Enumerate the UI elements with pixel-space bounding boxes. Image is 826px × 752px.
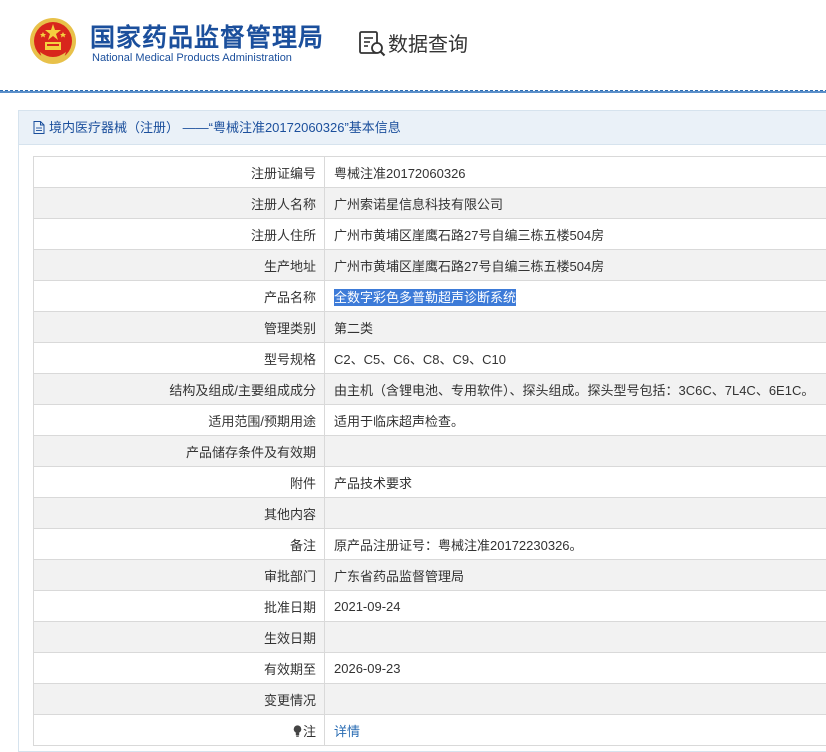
table-row: 批准日期 2021-09-24	[34, 591, 826, 622]
table-row: 审批部门 广东省药品监督管理局	[34, 560, 826, 591]
site-title: 国家药品监督管理局	[90, 18, 324, 54]
table-row: 生效日期	[34, 622, 826, 653]
selected-product-name[interactable]: 全数字彩色多普勒超声诊断系统	[334, 289, 516, 306]
row-label: 注册证编号	[34, 157, 325, 188]
row-value: 广州索诺星信息科技有限公司	[325, 188, 826, 219]
row-value: 粤械注准20172060326	[325, 157, 826, 188]
table-row: 型号规格 C2、C5、C6、C8、C9、C10	[34, 343, 826, 374]
row-label: 型号规格	[34, 343, 325, 374]
details-link[interactable]: 详情	[334, 724, 360, 739]
row-label: 其他内容	[34, 498, 325, 529]
row-value: 原产品注册证号：粤械注准20172230326。	[325, 529, 826, 560]
detail-panel: 境内医疗器械（注册） ——“粤械注准20172060326”基本信息 注册证编号…	[18, 110, 826, 752]
site-title-english: National Medical Products Administration	[92, 52, 292, 64]
row-value	[325, 436, 826, 467]
row-value: 2021-09-24	[325, 591, 826, 622]
row-value: 2026-09-23	[325, 653, 826, 684]
row-value: 由主机（含锂电池、专用软件）、探头组成。探头型号包括：3C6C、7L4C、6E1…	[325, 374, 826, 405]
row-value	[325, 622, 826, 653]
national-emblem-icon	[28, 14, 78, 68]
document-icon	[33, 121, 45, 134]
table-row: 注册人名称 广州索诺星信息科技有限公司	[34, 188, 826, 219]
row-value: 适用于临床超声检查。	[325, 405, 826, 436]
document-search-icon	[357, 28, 387, 58]
table-row: 变更情况	[34, 684, 826, 715]
row-label: 适用范围/预期用途	[34, 405, 325, 436]
table-row: 备注 原产品注册证号：粤械注准20172230326。	[34, 529, 826, 560]
row-value: 产品技术要求	[325, 467, 826, 498]
table-row: 适用范围/预期用途 适用于临床超声检查。	[34, 405, 826, 436]
table-row: 生产地址 广州市黄埔区崖鹰石路27号自编三栋五楼504房	[34, 250, 826, 281]
row-value: 广东省药品监督管理局	[325, 560, 826, 591]
note-label-cell: 注	[34, 715, 325, 746]
row-label: 生效日期	[34, 622, 325, 653]
row-label: 附件	[34, 467, 325, 498]
data-query-title: 数据查询	[388, 28, 468, 57]
row-label: 备注	[34, 529, 325, 560]
panel-title: 境内医疗器械（注册） ——“粤械注准20172060326”基本信息	[49, 111, 401, 144]
row-label: 管理类别	[34, 312, 325, 343]
row-label: 注	[303, 724, 316, 739]
row-label: 有效期至	[34, 653, 325, 684]
table-row: 管理类别 第二类	[34, 312, 826, 343]
table-row: 有效期至 2026-09-23	[34, 653, 826, 684]
row-value: 详情	[325, 715, 826, 746]
row-value: 广州市黄埔区崖鹰石路27号自编三栋五楼504房	[325, 219, 826, 250]
site-header: 国家药品监督管理局 National Medical Products Admi…	[0, 0, 826, 90]
row-value	[325, 684, 826, 715]
table-row: 附件 产品技术要求	[34, 467, 826, 498]
table-row: 结构及组成/主要组成成分 由主机（含锂电池、专用软件）、探头组成。探头型号包括：…	[34, 374, 826, 405]
lightbulb-icon	[293, 725, 302, 737]
table-row: 产品储存条件及有效期	[34, 436, 826, 467]
panel-header: 境内医疗器械（注册） ——“粤械注准20172060326”基本信息	[19, 111, 826, 145]
row-label: 批准日期	[34, 591, 325, 622]
row-value: C2、C5、C6、C8、C9、C10	[325, 343, 826, 374]
row-label: 结构及组成/主要组成成分	[34, 374, 325, 405]
row-label: 注册人名称	[34, 188, 325, 219]
row-label: 产品储存条件及有效期	[34, 436, 325, 467]
row-label: 审批部门	[34, 560, 325, 591]
table-row: 注册证编号 粤械注准20172060326	[34, 157, 826, 188]
row-label: 生产地址	[34, 250, 325, 281]
row-label: 注册人住所	[34, 219, 325, 250]
row-value	[325, 498, 826, 529]
table-row: 注 详情	[34, 715, 826, 746]
header-divider	[0, 90, 826, 93]
row-value: 第二类	[325, 312, 826, 343]
row-label: 产品名称	[34, 281, 325, 312]
table-row: 注册人住所 广州市黄埔区崖鹰石路27号自编三栋五楼504房	[34, 219, 826, 250]
table-row: 其他内容	[34, 498, 826, 529]
table-row: 产品名称 全数字彩色多普勒超声诊断系统	[34, 281, 826, 312]
registration-info-table: 注册证编号 粤械注准20172060326 注册人名称 广州索诺星信息科技有限公…	[33, 156, 826, 746]
row-value: 广州市黄埔区崖鹰石路27号自编三栋五楼504房	[325, 250, 826, 281]
row-label: 变更情况	[34, 684, 325, 715]
row-value-product-name: 全数字彩色多普勒超声诊断系统	[325, 281, 826, 312]
